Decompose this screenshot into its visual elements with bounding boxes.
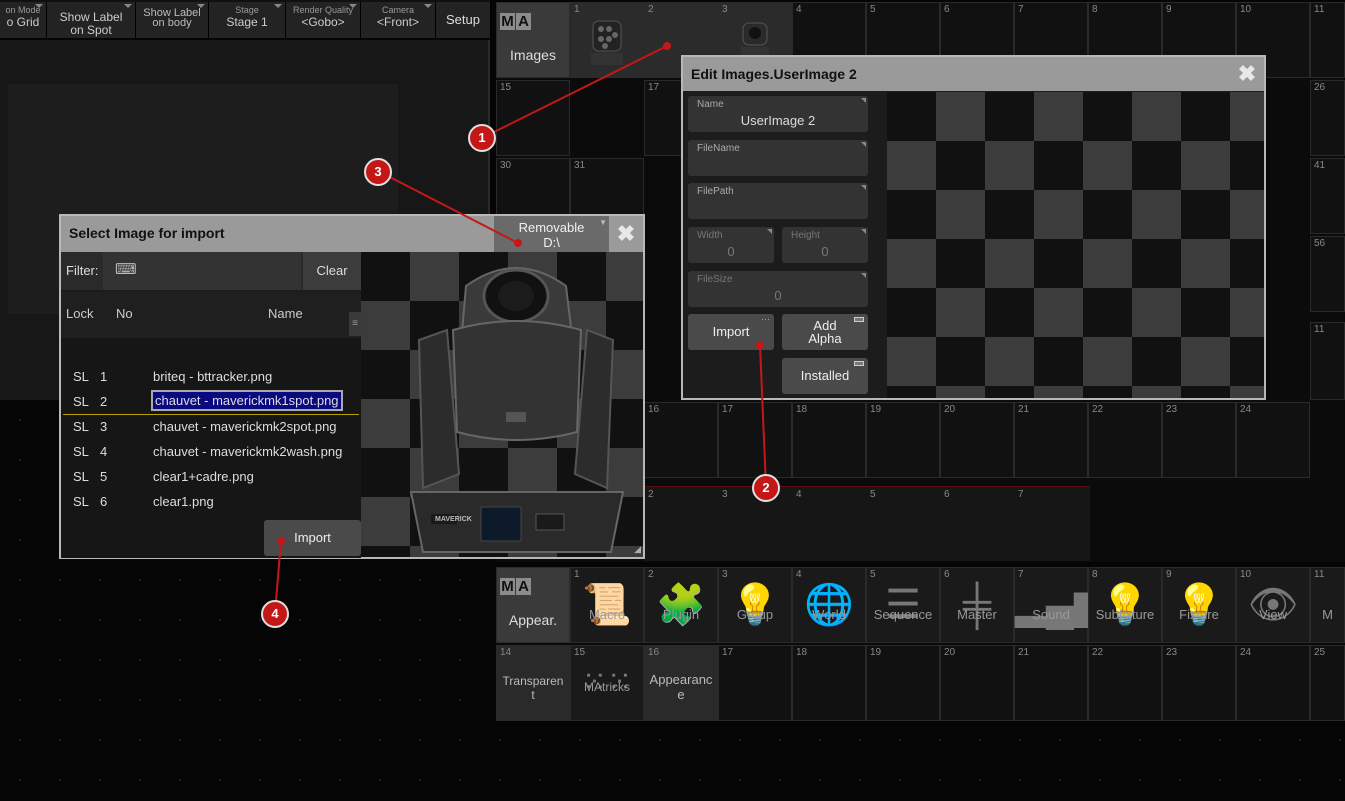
callout-badge-2: 2 bbox=[752, 474, 780, 502]
callout-lines bbox=[274, 45, 767, 614]
callout-badge-4: 4 bbox=[261, 600, 289, 628]
callout-badge-3: 3 bbox=[364, 158, 392, 186]
callout-anchor-dot bbox=[277, 537, 285, 545]
callout-anchor-dot bbox=[756, 341, 764, 349]
callout-anchor-dot bbox=[663, 42, 671, 50]
callout-anchor-dot bbox=[514, 239, 522, 247]
callout-badge-1: 1 bbox=[468, 124, 496, 152]
